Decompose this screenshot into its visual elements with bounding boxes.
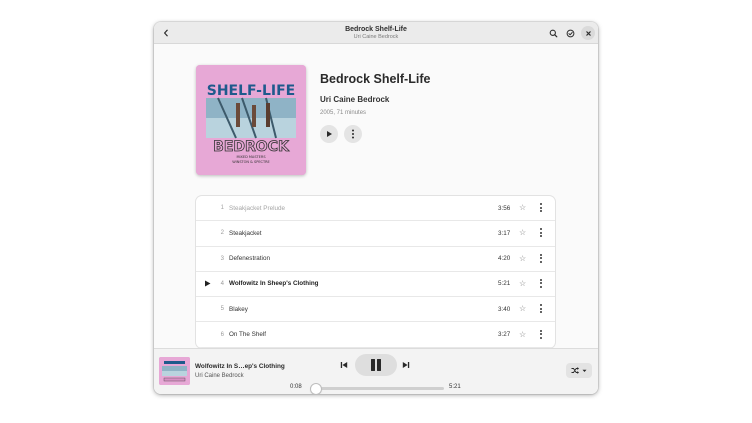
- skip-next-icon: [402, 362, 410, 368]
- album-meta: 2005, 71 minutes: [320, 110, 367, 116]
- shuffle-dropdown[interactable]: [566, 363, 592, 378]
- now-playing-title: Wolfowitz In S…ep's Clothing: [195, 363, 285, 370]
- now-playing-cover-art: [159, 357, 190, 385]
- search-icon: [549, 29, 557, 37]
- pause-button[interactable]: [355, 354, 397, 376]
- track-number: 4: [220, 280, 224, 287]
- track-menu-icon[interactable]: [538, 228, 544, 239]
- progress-slider[interactable]: [310, 383, 444, 394]
- track-duration: 3:27: [498, 331, 511, 338]
- cover-bottom-text: BEDROCK: [213, 139, 290, 155]
- window-title: Bedrock Shelf-Life: [345, 26, 407, 33]
- music-player-window: Bedrock Shelf-Life Uri Caine Bedrock SHE…: [154, 22, 598, 394]
- album-cover-art: SHELF-LIFE BEDROCK MIXED MASTERS WINSTON…: [196, 65, 306, 175]
- track-duration: 4:20: [498, 255, 511, 263]
- track-number: 6: [220, 331, 224, 338]
- cover-small-text-1: MIXED MASTERS: [236, 155, 266, 159]
- play-icon: [327, 131, 332, 137]
- track-title: Steakjacket Prelude: [229, 204, 286, 212]
- album-menu-button[interactable]: [344, 125, 362, 143]
- shuffle-icon: [571, 367, 579, 374]
- search-button[interactable]: [546, 26, 560, 40]
- select-button[interactable]: [563, 26, 577, 40]
- track-row[interactable]: 2 Steakjacket 3:17 ☆: [196, 221, 555, 247]
- more-vertical-icon: [352, 129, 354, 139]
- track-list: 1 Steakjacket Prelude 3:56 ☆ 2 Steakjack…: [196, 196, 555, 348]
- pause-icon: [371, 359, 375, 371]
- track-number: 5: [220, 306, 224, 313]
- window-subtitle: Uri Caine Bedrock: [353, 34, 399, 40]
- track-title: Steakjacket: [229, 229, 262, 237]
- album-artist: Uri Caine Bedrock: [320, 95, 390, 104]
- progress-knob[interactable]: [311, 383, 322, 394]
- track-row[interactable]: 1 Steakjacket Prelude 3:56 ☆: [196, 196, 555, 222]
- track-duration: 5:21: [498, 280, 511, 288]
- track-row[interactable]: 5 Blakey 3:40 ☆: [196, 297, 555, 323]
- close-icon: [585, 30, 591, 36]
- star-icon[interactable]: ☆: [519, 330, 526, 340]
- elapsed-time: 0:08: [290, 384, 302, 390]
- track-menu-icon[interactable]: [538, 203, 544, 214]
- check-circle-icon: [566, 29, 574, 37]
- track-menu-icon[interactable]: [538, 329, 544, 341]
- track-duration: 3:40: [498, 305, 511, 313]
- cover-top-text: SHELF-LIFE: [207, 83, 295, 99]
- skip-previous-icon: [340, 362, 348, 368]
- total-time: 5:21: [449, 384, 461, 390]
- star-icon[interactable]: ☆: [519, 228, 526, 238]
- album-title: Bedrock Shelf-Life: [320, 72, 431, 86]
- track-menu-icon[interactable]: [538, 304, 544, 315]
- cover-small-text-2: WINSTON & SPECTRE: [232, 160, 270, 164]
- now-playing-cover: [159, 357, 190, 385]
- play-album-button[interactable]: [320, 125, 338, 143]
- track-duration: 3:17: [498, 229, 511, 237]
- star-icon[interactable]: ☆: [519, 203, 526, 213]
- track-number: 3: [220, 255, 224, 262]
- star-icon[interactable]: ☆: [519, 254, 526, 264]
- track-title: Wolfowitz In Sheep's Clothing: [229, 280, 319, 288]
- track-title: On The Shelf: [229, 331, 266, 338]
- track-duration: 3:56: [498, 204, 511, 212]
- previous-button[interactable]: [338, 360, 350, 370]
- close-button[interactable]: [581, 26, 595, 40]
- track-number: 1: [220, 205, 224, 211]
- player-bar: Wolfowitz In S…ep's Clothing Uri Caine B…: [154, 348, 598, 394]
- track-row[interactable]: 6 On The Shelf 3:27 ☆: [196, 323, 555, 348]
- track-menu-icon[interactable]: [538, 253, 544, 265]
- star-icon[interactable]: ☆: [519, 304, 526, 314]
- track-menu-icon[interactable]: [538, 278, 544, 290]
- now-playing-icon: [205, 280, 211, 287]
- chevron-down-icon: [582, 369, 587, 372]
- track-title: Blakey: [229, 305, 248, 313]
- track-row[interactable]: 3 Defenestration 4:20 ☆: [196, 247, 555, 272]
- header-bar: Bedrock Shelf-Life Uri Caine Bedrock: [154, 22, 598, 44]
- now-playing-artist: Uri Caine Bedrock: [195, 373, 244, 379]
- star-icon[interactable]: ☆: [519, 279, 526, 289]
- next-button[interactable]: [400, 360, 412, 370]
- album-cover: SHELF-LIFE BEDROCK MIXED MASTERS WINSTON…: [196, 65, 306, 175]
- track-number: 2: [220, 230, 224, 237]
- track-title: Defenestration: [229, 255, 270, 263]
- track-row-playing[interactable]: 4 Wolfowitz In Sheep's Clothing 5:21 ☆: [196, 272, 555, 298]
